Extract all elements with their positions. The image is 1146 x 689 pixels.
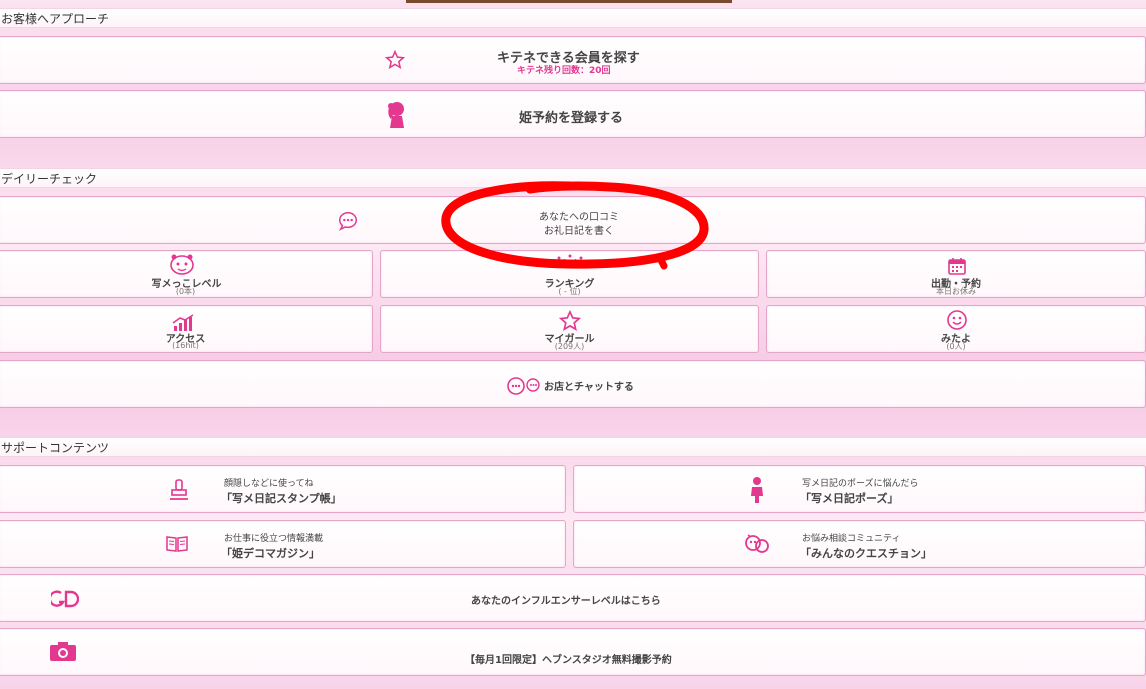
section-title: サポートコンテンツ <box>1 441 110 455</box>
support-title: 「写メ日記ポーズ」 <box>800 492 899 505</box>
hime-deco-magazine-button[interactable]: お仕事に役立つ情報満載 「姫デコマガジン」 <box>0 520 566 568</box>
stamp-icon <box>170 479 188 500</box>
kitene-remaining: キテネ残り回数：20回 <box>517 66 611 76</box>
community-character-icon <box>745 534 769 553</box>
minna-question-button[interactable]: お悩み相談コミュニティ 「みんなのクエスチョン」 <box>573 520 1146 568</box>
calendar-icon <box>948 258 966 275</box>
chat-bubbles-icon <box>507 377 540 395</box>
section-title: デイリーチェック <box>1 172 98 186</box>
mitayo-tile[interactable]: みたよ (0人) <box>766 305 1146 353</box>
camera-icon <box>50 642 76 661</box>
kuchikomi-line1: あなたへの口コミ <box>539 212 619 223</box>
open-book-icon <box>166 536 188 552</box>
section-header-daily: デイリーチェック <box>0 168 1146 188</box>
review-thanks-diary-button[interactable]: あなたへの口コミ お礼日記を書く <box>0 196 1146 244</box>
stamp-book-button[interactable]: 顔隠しなどに使ってね 「写メ日記スタンプ帳」 <box>0 465 566 513</box>
tile-status: 本日お休み <box>936 287 976 296</box>
tile-count: (16hit) <box>172 341 199 350</box>
studio-label: 【毎月1回限定】ヘブンスタジオ無料撮影予約 <box>465 655 672 666</box>
hime-title: 姫予約を登録する <box>519 111 624 126</box>
smiley-icon <box>947 310 967 330</box>
diary-pose-button[interactable]: 写メ日記のポーズに悩んだら 「写メ日記ポーズ」 <box>573 465 1146 513</box>
register-hime-reservation-button[interactable]: 姫予約を登録する <box>0 90 1146 138</box>
support-description: お仕事に役立つ情報満載 <box>224 534 324 544</box>
tile-count: (0本) <box>175 287 196 296</box>
crown-icon <box>557 254 583 261</box>
tile-count: ( - 位) <box>558 287 581 296</box>
section-header-support: サポートコンテンツ <box>0 437 1146 457</box>
support-title: 「姫デコマガジン」 <box>221 547 320 560</box>
tile-count: (0人) <box>946 342 966 351</box>
heaven-studio-reservation-button[interactable]: 【毎月1回限定】ヘブンスタジオ無料撮影予約 <box>0 628 1146 676</box>
influencer-label: あなたのインフルエンサーレベルはこちら <box>471 596 661 607</box>
section-header-approach: お客様へアプローチ <box>0 8 1146 28</box>
chat-label: お店とチャットする <box>544 382 634 393</box>
influencer-level-button[interactable]: あなたのインフルエンサーレベルはこちら <box>0 574 1146 622</box>
shamekko-character-icon <box>170 254 194 275</box>
speech-bubble-icon <box>339 212 357 231</box>
access-tile[interactable]: アクセス (16hit) <box>0 305 373 353</box>
top-banner-edge <box>406 0 732 3</box>
find-kitene-members-button[interactable]: キテネできる会員を探す キテネ残り回数：20回 <box>0 36 1146 84</box>
support-description: お悩み相談コミュニティ <box>802 534 901 544</box>
princess-silhouette-icon <box>388 102 404 128</box>
attendance-reservation-tile[interactable]: 出勤・予約 本日お休み <box>766 250 1146 298</box>
kuchikomi-line2: お礼日記を書く <box>544 226 614 237</box>
support-title: 「みんなのクエスチョン」 <box>800 547 932 560</box>
tile-count: (209人) <box>554 342 585 351</box>
posing-woman-icon <box>751 477 763 503</box>
support-description: 顔隠しなどに使ってね <box>224 479 314 489</box>
support-title: 「写メ日記スタンプ帳」 <box>221 492 342 505</box>
shamekko-level-tile[interactable]: 写メっこレベル (0本) <box>0 250 373 298</box>
support-description: 写メ日記のポーズに悩んだら <box>802 479 919 489</box>
influencer-logo-icon <box>51 590 79 608</box>
my-girl-tile[interactable]: マイガール (209人) <box>380 305 759 353</box>
section-title: お客様へアプローチ <box>1 12 110 26</box>
ranking-tile[interactable]: ランキング ( - 位) <box>380 250 759 298</box>
star-icon <box>559 310 581 331</box>
shop-chat-button[interactable]: お店とチャットする <box>0 360 1146 408</box>
